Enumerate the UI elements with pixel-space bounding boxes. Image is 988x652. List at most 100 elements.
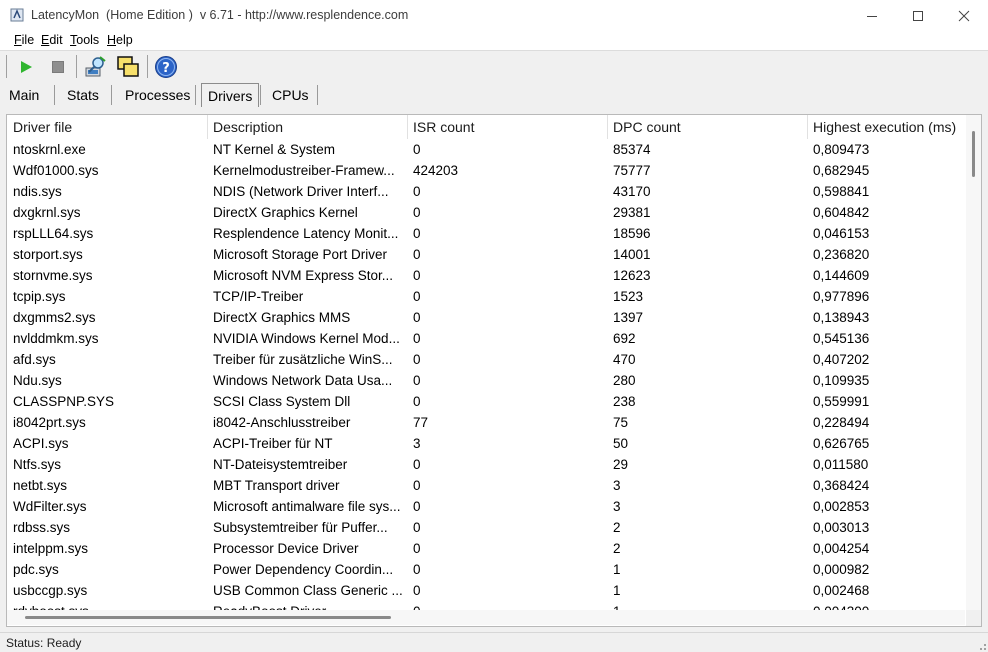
- column-header-isr-count[interactable]: ISR count: [407, 115, 607, 139]
- highest-execution-cell: 0,626765: [813, 436, 870, 451]
- table-row[interactable]: tcpip.sys TCP/IP-Treiber 0 1523 0,977896: [7, 286, 965, 307]
- table-row[interactable]: rspLLL64.sys Resplendence Latency Monit..…: [7, 223, 965, 244]
- tab-main[interactable]: Main: [9, 83, 39, 107]
- driver-file-cell: stornvme.sys: [13, 268, 93, 283]
- description-cell: Microsoft antimalware file sys...: [213, 499, 401, 514]
- close-icon: [958, 10, 970, 21]
- dpc-count-cell: 2: [613, 520, 621, 535]
- highest-execution-cell: 0,559991: [813, 394, 870, 409]
- highest-execution-cell: 0,368424: [813, 478, 870, 493]
- driver-file-cell: ntoskrnl.exe: [13, 142, 86, 157]
- close-button[interactable]: [941, 0, 987, 31]
- vertical-scrollbar[interactable]: [966, 115, 981, 610]
- drivers-table[interactable]: Driver file Description ISR count DPC co…: [7, 115, 965, 626]
- maximize-button[interactable]: [895, 0, 941, 31]
- description-cell: NDIS (Network Driver Interf...: [213, 184, 389, 199]
- help-button[interactable]: ?: [153, 54, 179, 80]
- description-cell: Microsoft NVM Express Stor...: [213, 268, 394, 283]
- table-row[interactable]: i8042prt.sys i8042-Anschlusstreiber 77 75 0,…: [7, 412, 965, 433]
- dpc-count-cell: 3: [613, 478, 621, 493]
- highest-execution-cell: 0,011580: [813, 457, 869, 472]
- toolbar-separator: [76, 55, 77, 78]
- table-row[interactable]: Wdf01000.sys Kernelmodustreiber-Framew...…: [7, 160, 965, 181]
- resize-grip-icon[interactable]: [976, 640, 986, 650]
- table-row[interactable]: nvlddmkm.sys NVIDIA Windows Kernel Mod...…: [7, 328, 965, 349]
- dpc-count-cell: 2: [613, 541, 621, 556]
- table-row[interactable]: afd.sys Treiber für zusätzliche WinS... 0 4…: [7, 349, 965, 370]
- column-header-driver-file[interactable]: Driver file: [7, 115, 207, 139]
- dpc-count-cell: 85374: [613, 142, 651, 157]
- horizontal-scrollbar[interactable]: [7, 610, 965, 625]
- isr-count-cell: 0: [413, 310, 421, 325]
- dpc-count-cell: 29381: [613, 205, 651, 220]
- driver-file-cell: rspLLL64.sys: [13, 226, 94, 241]
- description-cell: Resplendence Latency Monit...: [213, 226, 399, 241]
- isr-count-cell: 0: [413, 478, 421, 493]
- tab-separator: [260, 85, 261, 105]
- isr-count-cell: 0: [413, 583, 421, 598]
- highest-execution-cell: 0,977896: [813, 289, 870, 304]
- dpc-count-cell: 50: [613, 436, 629, 451]
- dpc-count-cell: 14001: [613, 247, 651, 262]
- dpc-count-cell: 29: [613, 457, 629, 472]
- tab-cpus[interactable]: CPUs: [272, 83, 309, 107]
- menu-tools[interactable]: Tools: [70, 33, 99, 47]
- table-row[interactable]: netbt.sys MBT Transport driver 0 3 0,368424: [7, 475, 965, 496]
- scrollbar-corner: [966, 610, 981, 626]
- toolbar: ?: [0, 52, 988, 81]
- highest-execution-cell: 0,002853: [813, 499, 870, 514]
- stop-icon: [52, 61, 64, 73]
- description-cell: DirectX Graphics MMS: [213, 310, 351, 325]
- table-row[interactable]: ACPI.sys ACPI-Treiber für NT 3 50 0,626765: [7, 433, 965, 454]
- column-header-highest-execution[interactable]: Highest execution (ms): [807, 115, 965, 139]
- description-cell: Power Dependency Coordin...: [213, 562, 394, 577]
- table-row[interactable]: intelppm.sys Processor Device Driver 0 2 0,0…: [7, 538, 965, 559]
- table-row[interactable]: WdFilter.sys Microsoft antimalware file s…: [7, 496, 965, 517]
- vertical-scroll-thumb[interactable]: [972, 131, 975, 177]
- table-row[interactable]: CLASSPNP.SYS SCSI Class System Dll 0 238 0,5…: [7, 391, 965, 412]
- tab-stats[interactable]: Stats: [67, 83, 99, 107]
- isr-count-cell: 0: [413, 562, 421, 577]
- maximize-icon: [913, 10, 923, 21]
- horizontal-scroll-thumb[interactable]: [25, 616, 391, 619]
- table-row[interactable]: rdbss.sys Subsystemtreiber für Puffer... 0…: [7, 517, 965, 538]
- tab-processes[interactable]: Processes: [125, 83, 190, 107]
- column-header-dpc-count[interactable]: DPC count: [607, 115, 807, 139]
- tab-drivers[interactable]: Drivers: [201, 83, 260, 107]
- analyze-button[interactable]: [83, 54, 109, 80]
- start-button[interactable]: [13, 54, 39, 80]
- drivers-panel: Driver file Description ISR count DPC co…: [6, 114, 982, 627]
- table-row[interactable]: pdc.sys Power Dependency Coordin... 0 1 0,00…: [7, 559, 965, 580]
- driver-file-cell: Ndu.sys: [13, 373, 62, 388]
- table-row[interactable]: stornvme.sys Microsoft NVM Express Stor..…: [7, 265, 965, 286]
- table-row[interactable]: storport.sys Microsoft Storage Port Drive…: [7, 244, 965, 265]
- table-row[interactable]: ntoskrnl.exe NT Kernel & System 0 85374 0,80…: [7, 139, 965, 160]
- menu-file[interactable]: File: [14, 33, 34, 47]
- dpc-count-cell: 43170: [613, 184, 651, 199]
- table-row[interactable]: ndis.sys NDIS (Network Driver Interf... 0 4…: [7, 181, 965, 202]
- driver-file-cell: dxgkrnl.sys: [13, 205, 81, 220]
- windows-button[interactable]: [115, 54, 141, 80]
- table-row[interactable]: Ndu.sys Windows Network Data Usa... 0 280 0,…: [7, 370, 965, 391]
- menu-edit[interactable]: Edit: [41, 33, 63, 47]
- driver-file-cell: CLASSPNP.SYS: [13, 394, 115, 409]
- table-row[interactable]: Ntfs.sys NT-Dateisystemtreiber 0 29 0,011580: [7, 454, 965, 475]
- description-cell: i8042-Anschlusstreiber: [213, 415, 351, 430]
- table-row[interactable]: usbccgp.sys USB Common Class Generic ... 0…: [7, 580, 965, 601]
- description-cell: Windows Network Data Usa...: [213, 373, 393, 388]
- menu-help[interactable]: Help: [107, 33, 133, 47]
- description-cell: MBT Transport driver: [213, 478, 340, 493]
- description-cell: Treiber für zusätzliche WinS...: [213, 352, 393, 367]
- dpc-count-cell: 470: [613, 352, 636, 367]
- table-row[interactable]: dxgkrnl.sys DirectX Graphics Kernel 0 29381…: [7, 202, 965, 223]
- column-header-description[interactable]: Description: [207, 115, 407, 139]
- stop-button[interactable]: [45, 54, 71, 80]
- latencymon-app-icon: [10, 8, 24, 22]
- isr-count-cell: 0: [413, 373, 421, 388]
- table-row[interactable]: dxgmms2.sys DirectX Graphics MMS 0 1397 0,13…: [7, 307, 965, 328]
- dpc-count-cell: 1: [613, 562, 621, 577]
- tab-bar: Main Stats Processes Drivers CPUs: [0, 81, 988, 108]
- driver-file-cell: intelppm.sys: [13, 541, 89, 556]
- highest-execution-cell: 0,682945: [813, 163, 870, 178]
- minimize-button[interactable]: [849, 0, 895, 31]
